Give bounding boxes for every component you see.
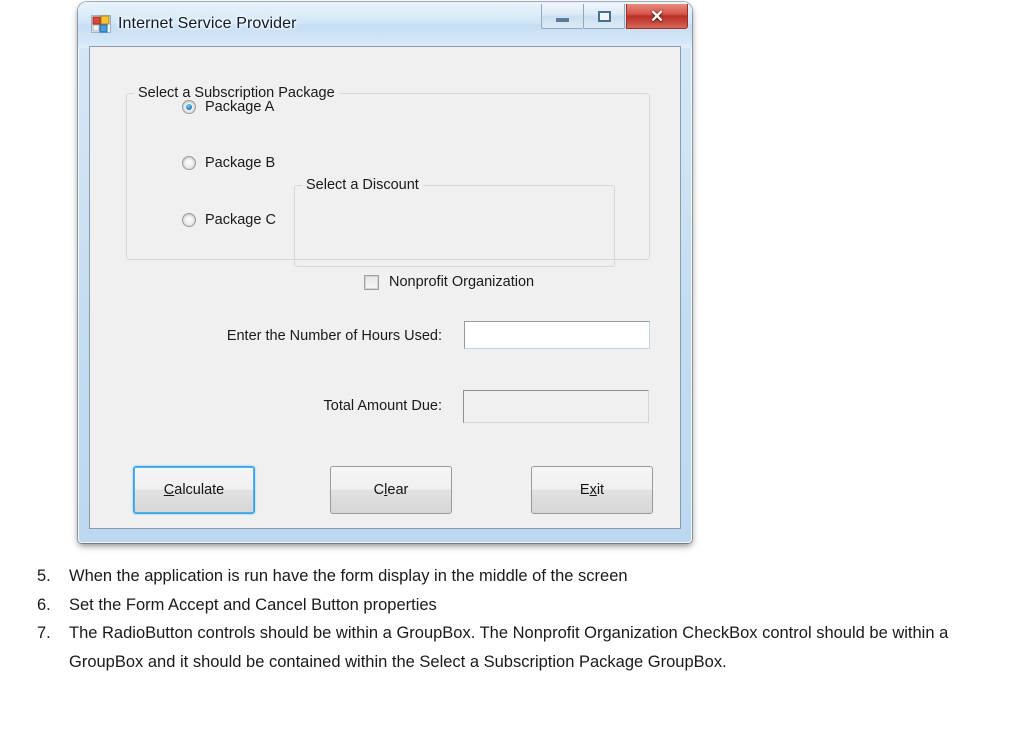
groupbox-border <box>294 185 615 267</box>
list-item-number: 7. <box>37 624 51 642</box>
groupbox-discount-title: Select a Discount <box>302 177 423 194</box>
exit-button-label: Exit <box>579 482 605 498</box>
calculate-button[interactable]: Calculate <box>133 466 255 514</box>
list-item: 7. The RadioButton controls should be wi… <box>33 619 1018 676</box>
window-title: Internet Service Provider <box>118 15 297 32</box>
list-item-number: 5. <box>37 567 51 585</box>
list-item: 6. Set the Form Accept and Cancel Button… <box>33 591 1018 620</box>
close-button[interactable]: ✕ <box>626 4 688 29</box>
radio-unselected-icon <box>182 156 196 170</box>
window-controls: ✕ <box>541 4 688 29</box>
radio-package-c[interactable]: Package C <box>182 212 276 228</box>
list-item-text: When the application is run have the for… <box>69 567 628 585</box>
radio-package-a-label: Package A <box>205 99 275 115</box>
radio-package-a[interactable]: Package A <box>182 99 274 115</box>
list-item-text: Set the Form Accept and Cancel Button pr… <box>69 595 437 614</box>
radio-unselected-icon <box>182 213 196 227</box>
calculate-button-label: Calculate <box>163 482 225 498</box>
label-total-amount-due: Total Amount Due: <box>323 398 443 414</box>
minimize-icon <box>556 17 569 22</box>
maximize-icon <box>597 10 611 22</box>
form-client-area: Select a Subscription Package Select a D… <box>89 46 681 529</box>
label-hours-used: Enter the Number of Hours Used: <box>226 328 442 344</box>
list-item-number: 6. <box>37 595 51 614</box>
application-window: Internet Service Provider ✕ Select a Sub… <box>78 2 692 543</box>
instruction-list: 5. When the application is run have the … <box>33 562 1018 676</box>
radio-package-b-label: Package B <box>205 155 276 171</box>
list-item: 5. When the application is run have the … <box>33 562 1018 591</box>
checkbox-nonprofit-organization[interactable]: Nonprofit Organization <box>364 274 534 290</box>
exit-button[interactable]: Exit <box>531 466 653 514</box>
clear-button[interactable]: Clear <box>330 466 452 514</box>
title-bar[interactable]: Internet Service Provider ✕ <box>78 2 692 48</box>
checkbox-nonprofit-label: Nonprofit Organization <box>389 274 535 290</box>
clear-button-label: Clear <box>373 482 409 498</box>
list-item-text: The RadioButton controls should be withi… <box>69 624 949 671</box>
close-icon: ✕ <box>649 6 665 26</box>
radio-package-b[interactable]: Package B <box>182 155 275 171</box>
checkbox-unchecked-icon <box>364 274 379 290</box>
radio-selected-icon <box>182 100 196 114</box>
minimize-button[interactable] <box>541 4 583 29</box>
maximize-button[interactable] <box>583 4 625 29</box>
visual-studio-form-icon <box>91 15 111 33</box>
groupbox-discount: Select a Discount <box>294 177 615 267</box>
output-total-amount-due[interactable] <box>463 390 649 423</box>
input-hours-used[interactable] <box>464 321 650 349</box>
radio-package-c-label: Package C <box>205 212 276 228</box>
